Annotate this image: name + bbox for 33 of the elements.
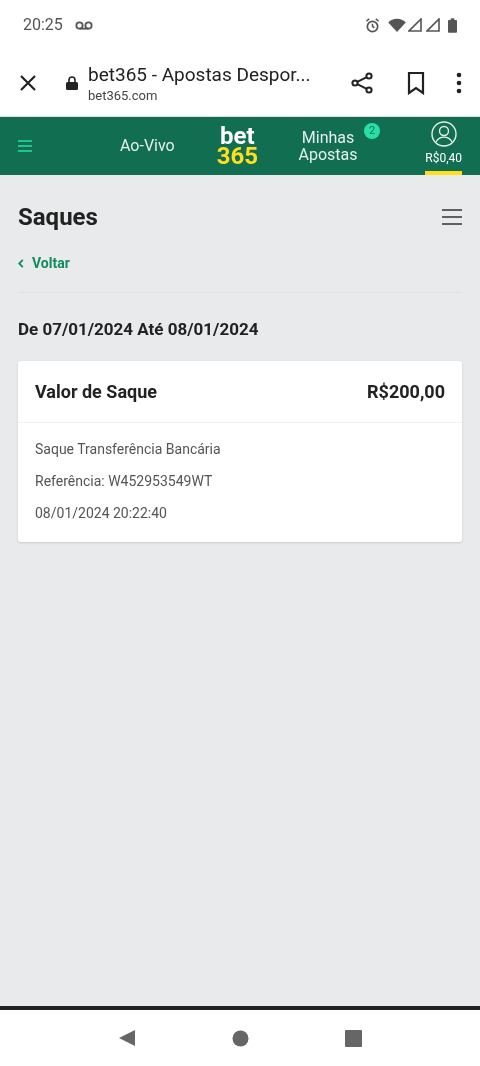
signal-icon <box>408 18 422 32</box>
battery-icon <box>448 17 457 33</box>
amount: R$200,00 <box>367 379 445 404</box>
count-badge: 2 <box>364 123 381 139</box>
user-icon <box>430 121 457 147</box>
nav-tab[interactable]: Minhas Apostas <box>298 117 359 175</box>
more-button[interactable] <box>456 72 462 94</box>
detail-text: Saque Transferência Bancária <box>35 439 222 458</box>
page-heading: Saques <box>18 202 98 233</box>
share-button[interactable] <box>350 71 374 95</box>
back-button[interactable] <box>118 1029 136 1047</box>
home-button[interactable] <box>232 1029 249 1047</box>
page-title: bet365 - Apostas Despor... <box>88 62 312 87</box>
back-link[interactable]: Voltar <box>18 253 70 274</box>
bookmark-button[interactable] <box>406 71 426 95</box>
date-range: De 07/01/2024 Até 08/01/2024 <box>18 318 260 341</box>
chevron-left-icon <box>18 259 24 268</box>
detail-text: 08/01/2024 20:22:40 <box>35 503 168 522</box>
nav-tab[interactable]: Ao-Vivo <box>120 117 175 175</box>
signal-icon <box>426 18 440 32</box>
voicemail-icon <box>74 20 93 30</box>
recents-button[interactable] <box>345 1029 362 1047</box>
logo-bottom: 365 <box>216 146 259 166</box>
card-label: Valor de Saque <box>35 379 157 404</box>
wifi-icon <box>388 18 406 32</box>
logo-top: bet <box>220 126 255 146</box>
alarm-icon <box>365 17 380 33</box>
lock-icon <box>66 76 78 90</box>
detail-text: Referência: W452953549WT <box>35 471 214 490</box>
account-tab[interactable]: R$0,40 <box>425 117 462 175</box>
page-url: bet365.com <box>88 86 159 104</box>
menu-button[interactable] <box>442 208 462 226</box>
status-time: 20:25 <box>23 14 63 36</box>
